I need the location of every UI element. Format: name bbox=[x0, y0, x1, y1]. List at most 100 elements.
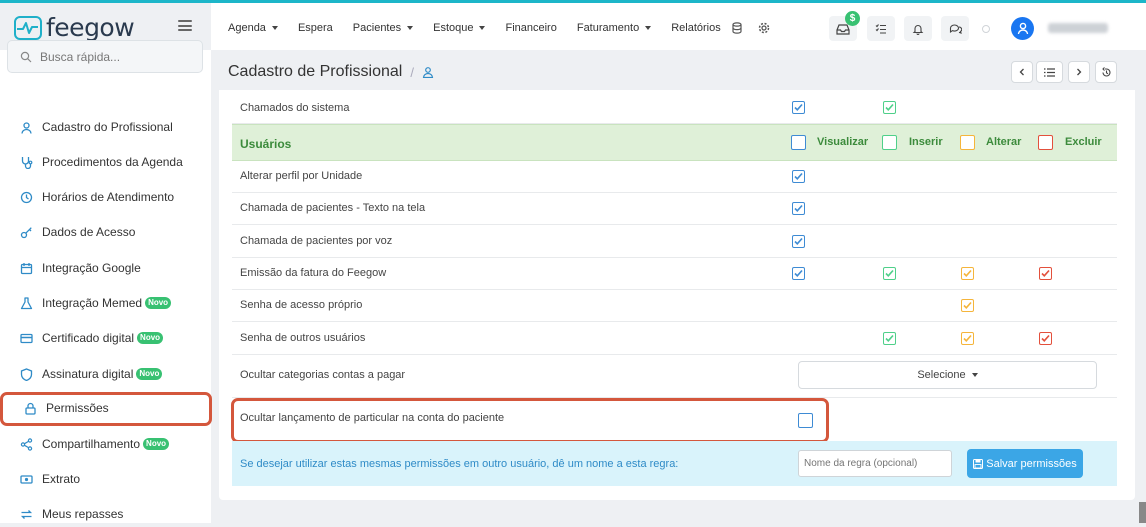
menu-item-label: Relatórios bbox=[671, 22, 721, 34]
row-3-inserir-checkbox[interactable] bbox=[883, 266, 896, 280]
permission-row-chamados: Chamados do sistema bbox=[232, 94, 1117, 124]
sidebar-item-compartilhamento[interactable]: Compartilhamento Novo bbox=[0, 431, 211, 457]
user-avatar[interactable] bbox=[1011, 17, 1034, 40]
categories-select[interactable]: Selecione bbox=[798, 361, 1097, 389]
database-icon[interactable] bbox=[731, 22, 743, 34]
sidebar-item-integracao-memed[interactable]: Integração Memed Novo bbox=[0, 290, 211, 316]
chevron-down-icon bbox=[479, 26, 486, 30]
row-5-alterar-checkbox[interactable] bbox=[961, 331, 974, 345]
permission-row: Senha de acesso próprio bbox=[232, 290, 1117, 323]
gear-icon[interactable] bbox=[758, 22, 770, 34]
tasks-button[interactable] bbox=[867, 16, 895, 41]
sidebar-item-procedimentos-da-agenda[interactable]: Procedimentos da Agenda bbox=[0, 149, 211, 175]
chevron-right-icon bbox=[1077, 68, 1082, 76]
row-1-visualizar-checkbox[interactable] bbox=[792, 202, 805, 216]
permission-label: Chamada de pacientes por voz bbox=[240, 234, 393, 247]
feegow-logo[interactable]: feegow bbox=[14, 13, 135, 42]
logo-pulse-icon bbox=[14, 15, 42, 40]
list-button[interactable] bbox=[1036, 61, 1063, 83]
menu-item-espera[interactable]: Espera bbox=[298, 22, 333, 34]
menu-item-pacientes[interactable]: Pacientes bbox=[352, 22, 414, 34]
row-2-visualizar-checkbox[interactable] bbox=[792, 234, 805, 248]
sidebar-item-label: Integração Memed bbox=[42, 296, 143, 310]
chamados-sistema-visualizar-checkbox[interactable] bbox=[792, 101, 805, 114]
menu-item-label: Estoque bbox=[433, 22, 474, 34]
checkmark-icon bbox=[794, 237, 803, 245]
chamados-sistema-inserir-checkbox[interactable] bbox=[883, 101, 896, 114]
checkmark-icon bbox=[794, 172, 803, 180]
permission-row: Alterar perfil por Unidade bbox=[232, 161, 1117, 193]
row-0-visualizar-checkbox[interactable] bbox=[792, 170, 805, 183]
menu-item-financeiro[interactable]: Financeiro bbox=[505, 22, 556, 34]
row-3-alterar-checkbox[interactable] bbox=[961, 266, 974, 280]
checkmark-icon bbox=[963, 269, 972, 277]
novo-badge: Novo bbox=[136, 368, 163, 380]
menu-item-relatorios[interactable]: Relatórios bbox=[671, 22, 721, 34]
col-excluir-checkbox[interactable] bbox=[1038, 135, 1053, 150]
username-blurred[interactable] bbox=[1048, 23, 1108, 33]
col-inserir-checkbox[interactable] bbox=[882, 135, 897, 150]
history-button[interactable] bbox=[1095, 61, 1117, 83]
permission-label: Senha de acesso próprio bbox=[240, 299, 363, 312]
row-4-alterar-checkbox[interactable] bbox=[961, 299, 974, 313]
checkmark-icon bbox=[885, 269, 894, 277]
status-indicator bbox=[982, 25, 990, 33]
menu-item-label: Espera bbox=[297, 22, 333, 34]
group-header-usuarios: Usuários Visualizar Inserir Alterar Excl… bbox=[232, 124, 1117, 161]
checkmark-icon bbox=[1041, 334, 1050, 342]
col-visualizar-label: Visualizar bbox=[817, 136, 869, 148]
row-5-excluir-checkbox[interactable] bbox=[1039, 331, 1052, 345]
key-icon bbox=[20, 226, 32, 238]
row-3-visualizar-checkbox[interactable] bbox=[792, 266, 805, 280]
notification-badge: $ bbox=[845, 11, 860, 26]
sidebar-item-extrato[interactable]: Extrato bbox=[0, 466, 211, 492]
sidebar-item-dados-de-acesso[interactable]: Dados de Acesso bbox=[0, 219, 211, 245]
rule-name-input[interactable] bbox=[798, 450, 952, 477]
sidebar-item-integracao-google[interactable]: Integração Google bbox=[0, 255, 211, 281]
transfer-icon bbox=[20, 509, 33, 519]
menu-item-agenda[interactable]: Agenda bbox=[228, 22, 278, 34]
user-icon bbox=[21, 121, 32, 134]
sidebar-item-assinatura-digital[interactable]: Assinatura digital Novo bbox=[0, 361, 211, 387]
checkmark-icon bbox=[1041, 269, 1050, 277]
page-title-text: Cadastro de Profissional bbox=[228, 63, 403, 80]
sidebar-item-certificado-digital[interactable]: Certificado digital Novo bbox=[0, 325, 211, 351]
quick-search[interactable]: Busca rápida... bbox=[7, 40, 203, 73]
sidebar-item-label: Compartilhamento bbox=[42, 437, 141, 451]
save-button-label: Salvar permissões bbox=[986, 457, 1077, 470]
highlight-ocultar-lancamento bbox=[231, 398, 829, 443]
menu-item-label: Pacientes bbox=[352, 22, 402, 34]
row-3-excluir-checkbox[interactable] bbox=[1039, 266, 1052, 280]
scrollbar-thumb[interactable] bbox=[1139, 502, 1146, 523]
col-inserir-label: Inserir bbox=[909, 136, 943, 148]
sidebar-item-label: Procedimentos da Agenda bbox=[42, 155, 183, 169]
sidebar-item-label: Cadastro do Profissional bbox=[42, 120, 173, 134]
sidebar-item-horarios-de-atendimento[interactable]: Horários de Atendimento bbox=[0, 184, 211, 210]
menu-item-label: Financeiro bbox=[505, 22, 557, 34]
checkmark-icon bbox=[794, 269, 803, 277]
prev-button[interactable] bbox=[1011, 61, 1033, 83]
next-button[interactable] bbox=[1068, 61, 1090, 83]
chevron-down-icon bbox=[971, 373, 978, 377]
sidebar-item-cadastro-do-profissional[interactable]: Cadastro do Profissional bbox=[0, 114, 211, 140]
sidebar-item-label: Assinatura digital bbox=[42, 367, 134, 381]
col-visualizar-checkbox[interactable] bbox=[791, 135, 806, 150]
share-icon bbox=[20, 437, 33, 451]
row-5-inserir-checkbox[interactable] bbox=[883, 331, 896, 345]
menu-item-faturamento[interactable]: Faturamento bbox=[577, 22, 652, 34]
hamburger-icon[interactable] bbox=[178, 20, 192, 31]
notifications-button[interactable] bbox=[904, 16, 932, 41]
permission-row: Chamada de pacientes por voz bbox=[232, 226, 1117, 258]
list-icon bbox=[1044, 67, 1055, 77]
col-alterar-label: Alterar bbox=[986, 136, 1022, 148]
checklist-icon bbox=[875, 23, 886, 34]
menu-item-estoque[interactable]: Estoque bbox=[433, 22, 486, 34]
permission-label: Ocultar categorias contas a pagar bbox=[240, 369, 406, 381]
card-icon bbox=[20, 333, 33, 343]
checkmark-icon bbox=[885, 334, 894, 342]
sidebar-item-label: Extrato bbox=[42, 472, 81, 486]
sidebar-item-meus-repasses[interactable]: Meus repasses bbox=[0, 501, 211, 527]
chat-button[interactable] bbox=[941, 16, 969, 41]
save-permissions-button[interactable]: Salvar permissões bbox=[967, 449, 1083, 478]
col-alterar-checkbox[interactable] bbox=[960, 135, 975, 150]
